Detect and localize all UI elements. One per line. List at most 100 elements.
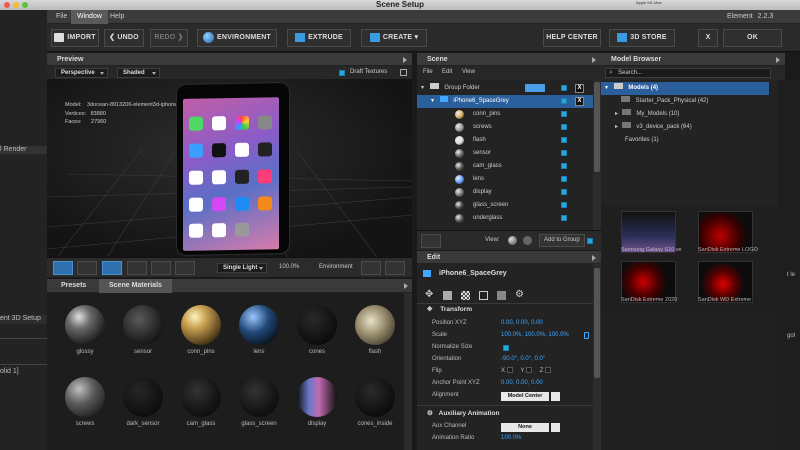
- undo-button[interactable]: ❮ UNDO: [104, 29, 144, 47]
- orientation-z[interactable]: 0.0°: [535, 356, 546, 362]
- object-visible-checkbox[interactable]: [561, 150, 567, 156]
- tab-presets[interactable]: Presets: [51, 279, 96, 293]
- search-field[interactable]: ⌕ Search...: [605, 68, 771, 78]
- scene-object-row[interactable]: cam_glass: [417, 160, 593, 173]
- object-icon[interactable]: [443, 291, 452, 300]
- draft-textures-checkbox[interactable]: [339, 70, 345, 76]
- environment-sphere-icon[interactable]: [361, 261, 381, 275]
- scene-object-row[interactable]: lens: [417, 173, 593, 186]
- position-values[interactable]: 0.00, 0.00, 0.00: [501, 318, 543, 329]
- anchor-y[interactable]: 0.00: [516, 380, 528, 386]
- material-swatch[interactable]: [239, 305, 279, 345]
- menu-help[interactable]: Help: [104, 10, 130, 24]
- tab-scene-materials[interactable]: Scene Materials: [99, 279, 172, 293]
- layers-icon[interactable]: [479, 291, 488, 300]
- group-color-tag[interactable]: [525, 84, 545, 92]
- material-swatch[interactable]: [65, 305, 105, 345]
- cancel-x-button[interactable]: X: [698, 29, 718, 47]
- material-swatch[interactable]: [123, 305, 163, 345]
- material-swatch[interactable]: [355, 305, 395, 345]
- flip-y-checkbox[interactable]: [525, 367, 532, 374]
- scale-values[interactable]: 100.0%, 100.0%, 100.0%: [501, 330, 569, 341]
- position-y[interactable]: 0.00: [516, 320, 528, 326]
- scene-folder-menu-icon[interactable]: [421, 234, 441, 248]
- scene-scrollbar[interactable]: [593, 80, 601, 230]
- panel-expand-icon[interactable]: [592, 255, 596, 261]
- object-visible-checkbox[interactable]: [561, 137, 567, 143]
- move-tool-icon[interactable]: [102, 261, 122, 275]
- scale-x[interactable]: 100.0%: [501, 332, 521, 338]
- object-visible-checkbox[interactable]: [561, 176, 567, 182]
- material-checker-icon[interactable]: [461, 291, 470, 300]
- redo-button[interactable]: REDO ❯: [150, 29, 188, 47]
- flip-z-checkbox[interactable]: [544, 367, 551, 374]
- scene-object-row[interactable]: glass_screen: [417, 199, 593, 212]
- view-options-icon[interactable]: [523, 236, 532, 245]
- monitor-icon[interactable]: [385, 261, 405, 275]
- materials-scrollbar[interactable]: [404, 293, 412, 450]
- orientation-values[interactable]: -90.0°, 0.0°, 0.0°: [501, 354, 545, 365]
- deform-icon[interactable]: [497, 291, 506, 300]
- object-visible-checkbox[interactable]: [561, 163, 567, 169]
- ok-button[interactable]: OK: [723, 29, 782, 47]
- normalize-size-checkbox[interactable]: [503, 345, 509, 351]
- scene-menu-view[interactable]: View: [462, 69, 475, 75]
- aux-channel-dropdown[interactable]: None: [501, 423, 549, 432]
- light-mode-dropdown[interactable]: Single Light: [217, 263, 267, 273]
- scale-tool-icon[interactable]: [151, 261, 171, 275]
- scene-menu-file[interactable]: File: [423, 69, 433, 75]
- auxiliary-animation-section[interactable]: ⚙ Auxiliary Animation: [427, 408, 499, 420]
- material-swatch[interactable]: [297, 305, 337, 345]
- scene-object-row[interactable]: screws: [417, 121, 593, 134]
- panel-expand-icon[interactable]: [592, 57, 596, 63]
- panel-expand-icon[interactable]: [404, 283, 408, 289]
- anchor-x[interactable]: 0.00: [501, 380, 513, 386]
- favorites-row[interactable]: Favorites (1): [601, 134, 777, 147]
- material-swatch[interactable]: [123, 377, 163, 417]
- panel-expand-icon[interactable]: [776, 57, 780, 63]
- aux-channel-dropdown-arrow-icon[interactable]: [551, 423, 560, 432]
- group-visible-checkbox[interactable]: [561, 85, 567, 91]
- animation-ratio-value[interactable]: 100.0%: [501, 433, 521, 444]
- scale-z[interactable]: 100.0%: [548, 332, 568, 338]
- environment-button[interactable]: ENVIRONMENT: [197, 29, 277, 47]
- shading-dropdown[interactable]: Shaded: [117, 68, 160, 78]
- scene-menu-edit[interactable]: Edit: [442, 69, 452, 75]
- folder-row[interactable]: ▸ My_Models (10): [601, 108, 777, 121]
- material-swatch[interactable]: [239, 377, 279, 417]
- menu-window[interactable]: Window: [71, 10, 108, 24]
- scene-object-row[interactable]: underglass: [417, 212, 593, 225]
- model-visible-checkbox[interactable]: [561, 98, 567, 104]
- material-swatch[interactable]: [65, 377, 105, 417]
- menu-file[interactable]: File: [50, 10, 73, 24]
- alignment-dropdown[interactable]: Model Center: [501, 392, 549, 401]
- extrude-button[interactable]: EXTRUDE: [287, 29, 351, 47]
- orientation-x[interactable]: -90.0°: [501, 356, 517, 362]
- edit-scroll-thumb[interactable]: [594, 268, 600, 378]
- panel-expand-icon[interactable]: [403, 57, 407, 63]
- axis-tool-icon[interactable]: [175, 261, 195, 275]
- orientation-y[interactable]: 0.0°: [520, 356, 531, 362]
- scale-y[interactable]: 100.0%: [525, 332, 545, 338]
- object-visible-checkbox[interactable]: [561, 111, 567, 117]
- scene-object-row[interactable]: flash: [417, 134, 593, 147]
- object-visible-checkbox[interactable]: [561, 189, 567, 195]
- help-center-button[interactable]: HELP CENTER: [543, 29, 601, 47]
- folder-row[interactable]: ▸ v3_device_pack (64): [601, 121, 777, 134]
- material-swatch[interactable]: [355, 377, 395, 417]
- model-row-selected[interactable]: ▾ iPhone6_SpaceGrey X: [417, 95, 593, 108]
- scale-lock-icon[interactable]: [584, 332, 589, 339]
- select-arrow-icon[interactable]: [77, 261, 97, 275]
- anchor-values[interactable]: 0.00, 0.00, 0.00: [501, 378, 543, 389]
- anchor-z[interactable]: 0.00: [531, 380, 543, 386]
- create-button[interactable]: CREATE ▾: [361, 29, 427, 47]
- import-button[interactable]: IMPORT: [51, 29, 99, 47]
- position-x[interactable]: 0.00: [501, 320, 513, 326]
- group-delete-icon[interactable]: X: [575, 84, 584, 93]
- material-swatch[interactable]: [297, 377, 337, 417]
- group-folder-row[interactable]: ▾ Group Folder X: [417, 82, 593, 95]
- object-visible-checkbox[interactable]: [561, 215, 567, 221]
- material-swatch[interactable]: [181, 305, 221, 345]
- material-swatch[interactable]: [181, 377, 221, 417]
- edit-scrollbar[interactable]: [593, 264, 601, 450]
